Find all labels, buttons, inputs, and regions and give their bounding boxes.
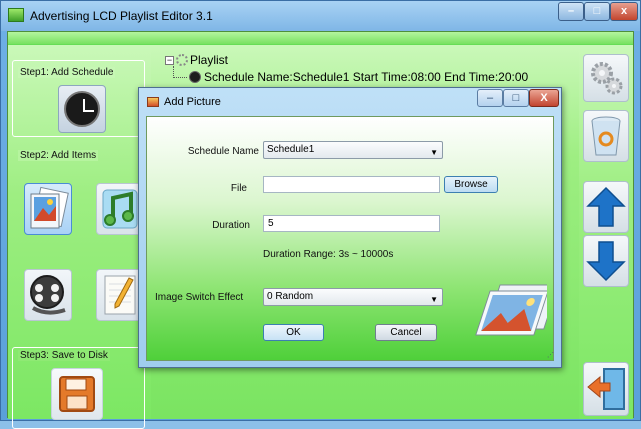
- schedule-icon: [189, 71, 201, 83]
- add-music-button[interactable]: [96, 183, 144, 235]
- image-switch-effect-value: 0 Random: [267, 291, 314, 302]
- tree-connector: [173, 66, 187, 78]
- tree-root-label[interactable]: Playlist: [190, 53, 228, 67]
- toolbar-band: [8, 32, 633, 44]
- add-text-button[interactable]: [96, 269, 144, 321]
- maximize-button[interactable]: □: [584, 2, 610, 21]
- app-icon: [8, 8, 24, 22]
- music-icon: [102, 189, 138, 229]
- step2-label: Step2: Add Items: [18, 150, 99, 161]
- title-bar[interactable]: Advertising LCD Playlist Editor 3.1 – □ …: [1, 1, 640, 31]
- duration-label: Duration: [212, 220, 250, 231]
- save-disk-icon: [59, 376, 95, 412]
- image-switch-effect-select[interactable]: 0 Random ▼: [263, 288, 443, 306]
- chevron-down-icon: ▼: [430, 148, 438, 157]
- exit-button[interactable]: [583, 362, 629, 416]
- arrow-down-icon: [586, 241, 626, 282]
- exit-door-icon: [587, 368, 625, 410]
- add-picture-dialog[interactable]: Add Picture – □ X Schedule Name Schedule…: [138, 87, 562, 368]
- file-label: File: [230, 183, 247, 194]
- dialog-app-icon: [147, 97, 159, 107]
- duration-range-text: Duration Range: 3s ~ 10000s: [263, 249, 394, 260]
- left-panel: Step1: Add Schedule Step2: Add Items Ste…: [8, 45, 151, 429]
- add-schedule-button[interactable]: [58, 85, 106, 133]
- step3-label: Step3: Save to Disk: [18, 350, 110, 361]
- dialog-title: Add Picture: [164, 96, 221, 108]
- right-panel: [579, 45, 633, 419]
- photos-icon: [475, 284, 547, 336]
- schedule-name-label: Schedule Name: [187, 146, 259, 157]
- clock-icon: [64, 91, 100, 127]
- move-down-button[interactable]: [583, 235, 629, 287]
- dialog-body: Schedule Name Schedule1 ▼ File Browse Du…: [146, 116, 554, 361]
- app-title: Advertising LCD Playlist Editor 3.1: [30, 9, 213, 23]
- minimize-button[interactable]: –: [558, 2, 584, 21]
- settings-button[interactable]: [583, 54, 629, 102]
- browse-button[interactable]: Browse: [444, 176, 498, 193]
- recycle-bin-icon: [591, 116, 621, 156]
- playlist-icon: [176, 54, 188, 66]
- step1-label: Step1: Add Schedule: [18, 67, 116, 78]
- schedule-name-select[interactable]: Schedule1 ▼: [263, 141, 443, 159]
- dialog-minimize-button[interactable]: –: [477, 89, 503, 107]
- picture-icon: [30, 186, 69, 229]
- close-button[interactable]: x: [610, 2, 638, 21]
- save-to-disk-button[interactable]: [51, 368, 103, 420]
- resize-grip-icon[interactable]: ⋰: [547, 351, 555, 359]
- text-icon: [104, 275, 136, 315]
- dialog-close-button[interactable]: X: [529, 89, 559, 107]
- clock-hand: [83, 110, 94, 112]
- ok-button[interactable]: OK: [263, 324, 324, 341]
- tree-schedule-item[interactable]: Schedule Name:Schedule1 Start Time:08:00…: [204, 70, 528, 84]
- add-video-button[interactable]: [24, 269, 72, 321]
- arrow-up-icon: [586, 186, 626, 227]
- add-picture-button[interactable]: [24, 183, 72, 235]
- schedule-name-value: Schedule1: [267, 144, 315, 155]
- cancel-button[interactable]: Cancel: [375, 324, 437, 341]
- tree-expander[interactable]: −: [165, 56, 174, 65]
- settings-gears-icon: [591, 62, 623, 95]
- file-input[interactable]: [263, 176, 440, 193]
- delete-button[interactable]: [583, 110, 629, 162]
- dialog-maximize-button[interactable]: □: [503, 89, 529, 107]
- image-switch-effect-label: Image Switch Effect: [155, 292, 244, 303]
- app-window: Advertising LCD Playlist Editor 3.1 – □ …: [0, 0, 641, 429]
- duration-input[interactable]: 5: [263, 215, 440, 232]
- chevron-down-icon: ▼: [430, 295, 438, 304]
- video-icon: [30, 275, 66, 315]
- move-up-button[interactable]: [583, 181, 629, 233]
